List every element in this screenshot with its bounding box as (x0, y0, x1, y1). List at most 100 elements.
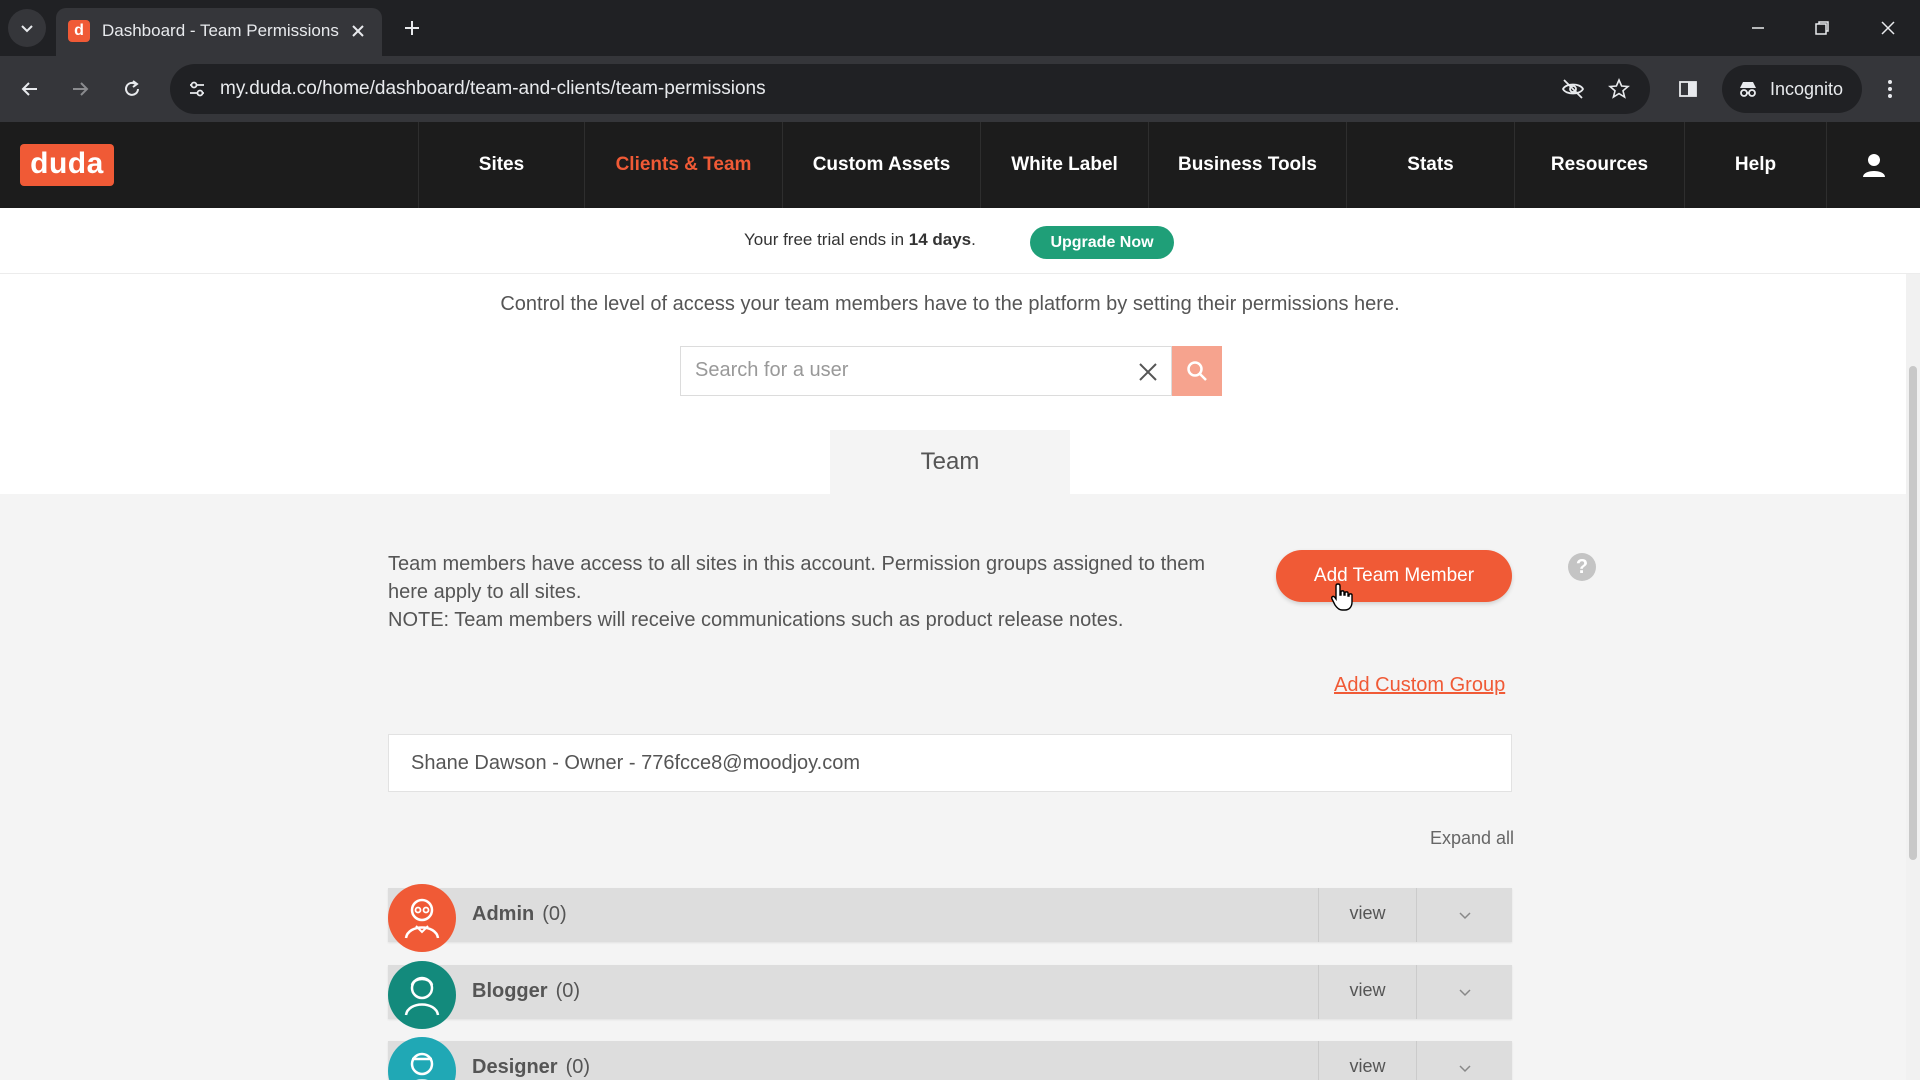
add-custom-group-link[interactable]: Add Custom Group (1334, 674, 1505, 697)
tab-team[interactable]: Team (830, 430, 1070, 494)
group-title: Admin (472, 903, 535, 925)
browser-toolbar: my.duda.co/home/dashboard/team-and-clien… (0, 56, 1920, 122)
browser-menu-button[interactable] (1870, 69, 1910, 109)
incognito-label: Incognito (1770, 79, 1844, 99)
group-view-button[interactable]: view (1318, 965, 1416, 1019)
blogger-person-icon (404, 976, 440, 1016)
page-scrollbar[interactable] (1906, 274, 1920, 1080)
chevron-down-icon (1458, 1065, 1471, 1073)
owner-entry: Shane Dawson - Owner - 776fcce8@moodjoy.… (388, 734, 1512, 792)
minimize-button[interactable] (1736, 8, 1780, 48)
nav-custom-assets[interactable]: Custom Assets (782, 122, 980, 208)
tab-title: Dashboard - Team Permissions (102, 21, 339, 40)
user-search-box (680, 346, 1172, 396)
search-button[interactable] (1172, 346, 1222, 396)
nav-stats[interactable]: Stats (1346, 122, 1514, 208)
side-panel-button[interactable] (1668, 69, 1708, 109)
trial-text-prefix: Your free trial ends in (744, 230, 909, 249)
trial-days: 14 days (908, 230, 972, 249)
nav-sites[interactable]: Sites (418, 122, 584, 208)
account-button[interactable] (1826, 122, 1920, 208)
group-name: Designer (0) (472, 1056, 590, 1079)
permissions-header-section: Control the level of access your team me… (0, 274, 1906, 494)
address-bar[interactable]: my.duda.co/home/dashboard/team-and-clien… (170, 64, 1650, 114)
admin-avatar-icon (388, 884, 456, 952)
chevron-down-icon (1458, 912, 1471, 920)
reload-button[interactable] (112, 69, 152, 109)
team-content: Team members have access to all sites in… (0, 494, 1906, 1080)
back-button[interactable] (10, 69, 50, 109)
browser-tabstrip: d Dashboard - Team Permissions (0, 0, 1920, 56)
team-description: Team members have access to all sites in… (388, 550, 1208, 634)
designer-person-icon (410, 1052, 434, 1080)
intro-text: Control the level of access your team me… (500, 293, 1400, 315)
user-icon (1862, 154, 1885, 177)
incognito-indicator[interactable]: Incognito (1722, 65, 1862, 113)
bookmark-button[interactable] (1604, 74, 1634, 104)
trial-text: Your free trial ends in 14 days. (744, 230, 976, 250)
group-title: Designer (472, 1056, 558, 1078)
group-name: Blogger (0) (472, 980, 580, 1003)
group-expand-button[interactable] (1416, 888, 1512, 942)
group-expand-button[interactable] (1416, 965, 1512, 1019)
forward-button[interactable] (60, 69, 100, 109)
tab-search-button[interactable] (8, 9, 46, 47)
help-icon[interactable]: ? (1568, 553, 1596, 581)
group-title: Blogger (472, 980, 548, 1002)
group-row-blogger[interactable]: Blogger (0) view (388, 961, 1512, 1029)
search-clear-button[interactable] (1135, 359, 1161, 385)
tab-close-button[interactable] (344, 17, 372, 45)
user-search-input[interactable] (695, 359, 1115, 382)
chevron-down-icon (21, 25, 33, 33)
group-expand-button[interactable] (1416, 1041, 1512, 1080)
group-view-button[interactable]: view (1318, 888, 1416, 942)
tracking-protection-button[interactable] (1558, 74, 1588, 104)
group-name: Admin (0) (472, 903, 567, 926)
trial-banner: Your free trial ends in 14 days. Upgrade… (0, 208, 1920, 274)
nav-clients-team[interactable]: Clients & Team (584, 122, 782, 208)
site-info-button[interactable] (182, 74, 212, 104)
more-vertical-icon (1888, 80, 1892, 98)
new-tab-button[interactable] (396, 12, 428, 44)
close-window-button[interactable] (1866, 8, 1910, 48)
tune-icon (190, 81, 204, 97)
nav-business-tools[interactable]: Business Tools (1148, 122, 1346, 208)
hand-cursor-icon (1331, 583, 1353, 611)
duda-header: duda Sites Clients & Team Custom Assets … (0, 122, 1920, 208)
duda-logo[interactable]: duda (20, 144, 114, 186)
expand-all-link[interactable]: Expand all (1430, 828, 1514, 849)
close-icon (1139, 363, 1157, 381)
arrow-right-icon (73, 82, 89, 96)
arrow-left-icon (21, 82, 37, 96)
nav-white-label[interactable]: White Label (980, 122, 1148, 208)
chevron-down-icon (1458, 989, 1471, 997)
duda-favicon-icon: d (68, 20, 90, 42)
group-row-designer[interactable]: Designer (0) view (388, 1037, 1512, 1080)
team-note-text: NOTE: Team members will receive communic… (388, 609, 1124, 631)
blogger-avatar-icon (388, 961, 456, 1029)
group-view-button[interactable]: view (1318, 1041, 1416, 1080)
star-icon (1608, 77, 1630, 99)
admin-person-icon (404, 898, 440, 939)
scrollbar-thumb[interactable] (1909, 366, 1917, 860)
search-icon (1187, 361, 1207, 381)
nav-resources[interactable]: Resources (1514, 122, 1684, 208)
group-count: (0) (565, 1056, 591, 1078)
browser-tab[interactable]: d Dashboard - Team Permissions (56, 8, 382, 56)
close-icon (1881, 21, 1895, 35)
add-team-member-button[interactable]: Add Team Member (1276, 550, 1512, 602)
eye-off-icon (1561, 79, 1585, 99)
reload-icon (125, 80, 139, 96)
nav-help[interactable]: Help (1684, 122, 1826, 208)
side-panel-icon (1679, 81, 1697, 97)
restore-button[interactable] (1800, 8, 1844, 48)
group-row-admin[interactable]: Admin (0) view (388, 884, 1512, 952)
upgrade-now-button[interactable]: Upgrade Now (1030, 226, 1174, 259)
team-description-text: Team members have access to all sites in… (388, 553, 1206, 603)
minimize-icon (1752, 27, 1764, 29)
trial-text-suffix: . (971, 230, 976, 249)
url-text: my.duda.co/home/dashboard/team-and-clien… (220, 78, 766, 99)
close-icon (352, 25, 364, 37)
plus-icon (405, 21, 419, 35)
designer-avatar-icon (388, 1037, 456, 1080)
